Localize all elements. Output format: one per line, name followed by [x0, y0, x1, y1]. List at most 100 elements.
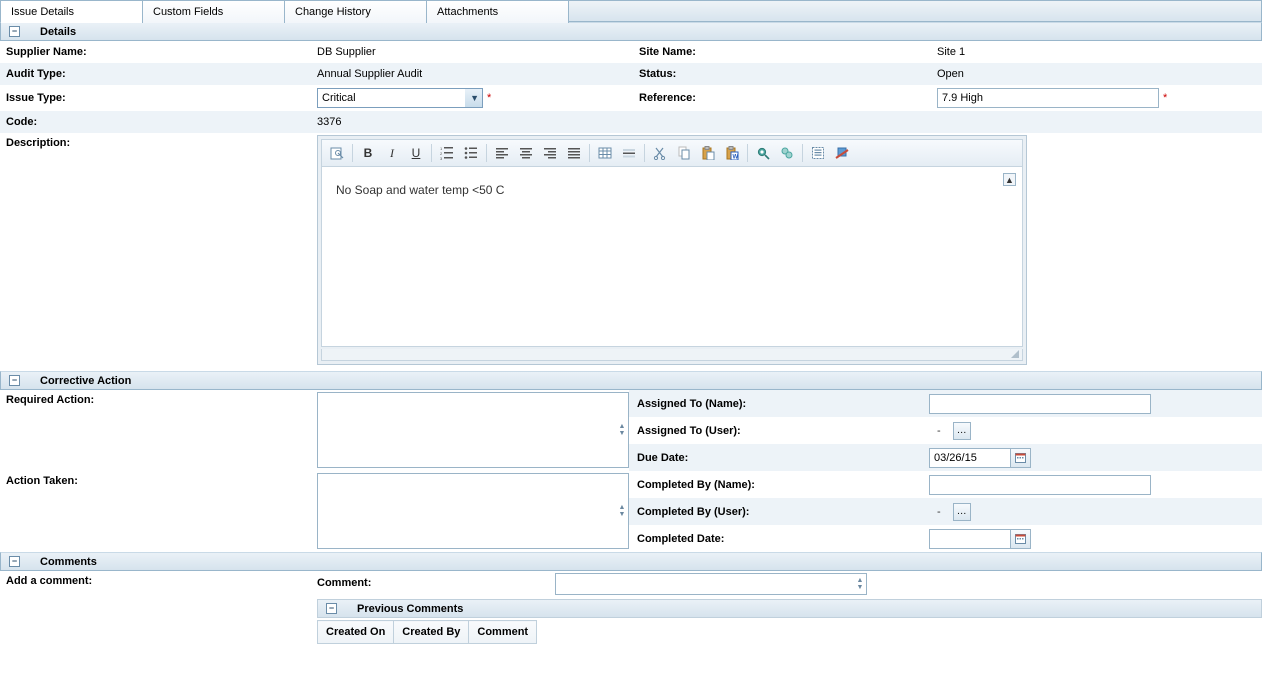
arrow-down-icon[interactable]: ▼: [855, 584, 865, 591]
label-description: Description:: [0, 133, 317, 152]
hr-icon[interactable]: [618, 143, 640, 163]
tab-attachments[interactable]: Attachments: [427, 1, 569, 23]
action-taken-cell: ▲▼: [317, 471, 629, 551]
svg-text:W: W: [733, 155, 739, 161]
calendar-icon[interactable]: [1011, 529, 1031, 549]
preview-icon[interactable]: [326, 143, 348, 163]
label-assigned-to-name: Assigned To (Name):: [629, 390, 929, 417]
toolbar-separator: [644, 144, 645, 162]
label-completed-by-user: Completed By (User):: [629, 498, 929, 525]
value-code: 3376: [317, 111, 631, 133]
collapse-icon[interactable]: −: [326, 603, 337, 614]
align-justify-icon[interactable]: [563, 143, 585, 163]
tab-label: Issue Details: [11, 6, 74, 18]
textarea-scroll-icon: ▲▼: [617, 473, 627, 549]
label-status: Status:: [631, 63, 937, 85]
label-supplier-name: Supplier Name:: [0, 41, 317, 63]
issue-type-select[interactable]: Critical: [317, 88, 483, 108]
col-comment[interactable]: Comment: [469, 621, 537, 644]
label-due-date: Due Date:: [629, 444, 929, 471]
value-due-date: [929, 444, 1262, 471]
tab-issue-details[interactable]: Issue Details: [1, 1, 143, 23]
row-assigned-to-name: Assigned To (Name):: [629, 390, 1262, 417]
label-code: Code:: [0, 111, 317, 133]
label-reference: Reference:: [631, 85, 937, 111]
assigned-to-name-input[interactable]: [929, 394, 1151, 414]
completed-by-name-input[interactable]: [929, 475, 1151, 495]
comments-table: Created On Created By Comment: [317, 620, 537, 644]
value-completed-by-name: [929, 471, 1262, 498]
spacer: [937, 111, 1262, 133]
ordered-list-icon[interactable]: 123: [436, 143, 458, 163]
assigned-to-user-value: -: [937, 425, 941, 437]
table-header-row: Created On Created By Comment: [318, 621, 537, 644]
arrow-up-icon[interactable]: ▲: [617, 423, 627, 430]
section-title: Corrective Action: [40, 375, 131, 387]
value-audit-type: Annual Supplier Audit: [317, 63, 631, 85]
section-header-details: − Details: [0, 22, 1262, 41]
value-status: Open: [937, 63, 1262, 85]
tabs-bar: Issue Details Custom Fields Change Histo…: [0, 0, 1262, 22]
col-created-on[interactable]: Created On: [318, 621, 394, 644]
row-code: Code: 3376: [0, 111, 1262, 133]
description-cell: B I U 123: [317, 133, 1027, 371]
table-icon[interactable]: [594, 143, 616, 163]
collapse-toolbar-icon[interactable]: ▲: [1003, 173, 1016, 186]
label-action-taken: Action Taken:: [0, 471, 317, 490]
underline-icon[interactable]: U: [405, 143, 427, 163]
arrow-up-icon[interactable]: ▲: [855, 577, 865, 584]
corrective-action-lower: Action Taken: ▲▼ Completed By (Name): Co…: [0, 471, 1262, 552]
value-completed-by-user: - …: [929, 498, 1262, 525]
align-left-icon[interactable]: [491, 143, 513, 163]
toolbar-separator: [352, 144, 353, 162]
corrective-action-upper: Required Action: ▲▼ Assigned To (Name): …: [0, 390, 1262, 471]
row-required-action: Required Action: ▲▼: [0, 390, 629, 470]
align-right-icon[interactable]: [539, 143, 561, 163]
row-supplier-site: Supplier Name: DB Supplier Site Name: Si…: [0, 41, 1262, 63]
textarea-scroll-icon: ▲▼: [617, 392, 627, 468]
action-taken-textarea[interactable]: [317, 473, 629, 549]
required-action-textarea[interactable]: [317, 392, 629, 468]
sub-section-title: Previous Comments: [357, 603, 463, 615]
find-icon[interactable]: [752, 143, 774, 163]
rte-content[interactable]: ▲ No Soap and water temp <50 C: [321, 167, 1023, 347]
value-completed-date: [929, 525, 1262, 552]
col-created-by[interactable]: Created By: [394, 621, 469, 644]
due-date-input[interactable]: [929, 448, 1011, 468]
row-due-date: Due Date:: [629, 444, 1262, 471]
lookup-button[interactable]: …: [953, 422, 971, 440]
copy-icon[interactable]: [673, 143, 695, 163]
italic-icon[interactable]: I: [381, 143, 403, 163]
arrow-up-icon[interactable]: ▲: [617, 504, 627, 511]
paste-word-icon[interactable]: W: [721, 143, 743, 163]
bold-icon[interactable]: B: [357, 143, 379, 163]
completed-date-input[interactable]: [929, 529, 1011, 549]
value-supplier-name: DB Supplier: [317, 41, 631, 63]
select-all-icon[interactable]: [807, 143, 829, 163]
rte-toolbar: B I U 123: [321, 139, 1023, 167]
reference-input[interactable]: [937, 88, 1159, 108]
lookup-button[interactable]: …: [953, 503, 971, 521]
arrow-down-icon[interactable]: ▼: [617, 430, 627, 437]
unordered-list-icon[interactable]: [460, 143, 482, 163]
comment-textarea[interactable]: [555, 573, 867, 595]
toolbar-separator: [802, 144, 803, 162]
tab-custom-fields[interactable]: Custom Fields: [143, 1, 285, 23]
section-title: Comments: [40, 556, 97, 568]
calendar-icon[interactable]: [1011, 448, 1031, 468]
section-header-comments: − Comments: [0, 552, 1262, 571]
arrow-down-icon[interactable]: ▼: [617, 511, 627, 518]
collapse-icon[interactable]: −: [9, 26, 20, 37]
tab-change-history[interactable]: Change History: [285, 1, 427, 23]
paste-icon[interactable]: [697, 143, 719, 163]
collapse-icon[interactable]: −: [9, 556, 20, 567]
replace-icon[interactable]: [776, 143, 798, 163]
remove-format-icon[interactable]: [831, 143, 853, 163]
required-indicator: *: [487, 92, 491, 104]
align-center-icon[interactable]: [515, 143, 537, 163]
previous-comments-wrapper: − Previous Comments Created On Created B…: [317, 599, 1262, 644]
cut-icon[interactable]: [649, 143, 671, 163]
row-completed-by-user: Completed By (User): - …: [629, 498, 1262, 525]
rte-resize-handle[interactable]: [321, 349, 1023, 361]
collapse-icon[interactable]: −: [9, 375, 20, 386]
